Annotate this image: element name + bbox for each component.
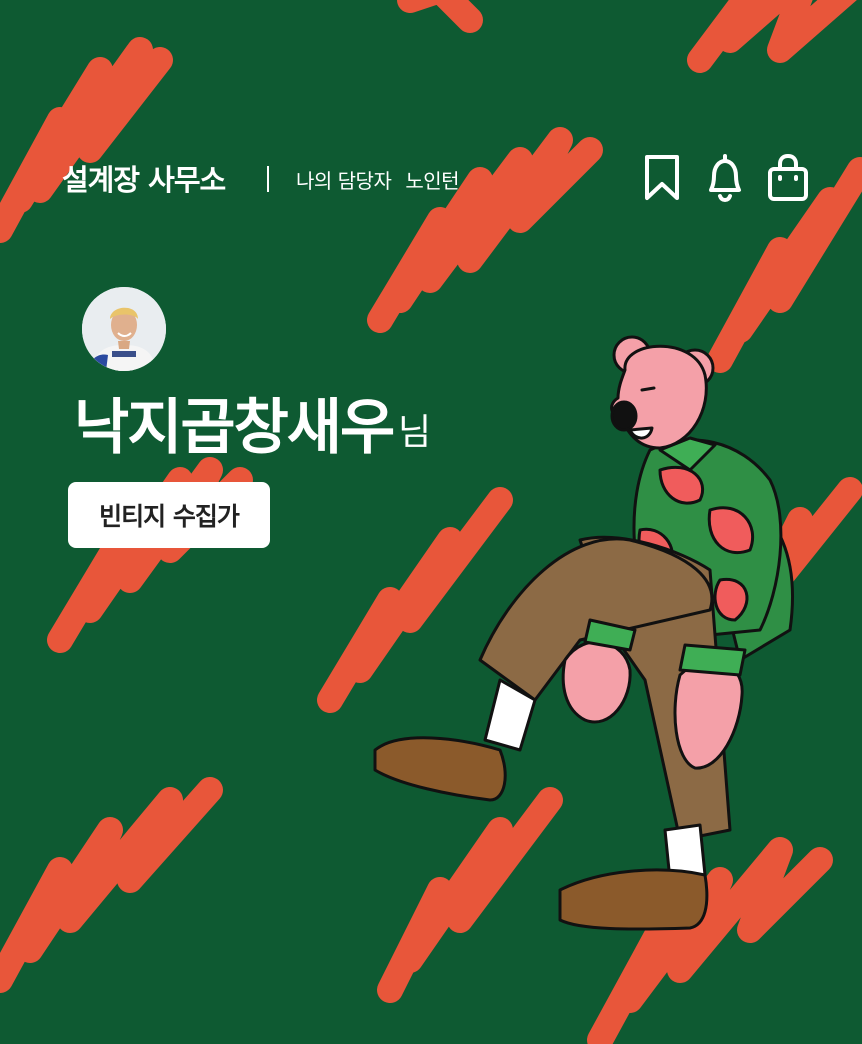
bear-character-illustration [373, 335, 794, 931]
manager-name[interactable]: 노인턴 [405, 169, 459, 193]
bell-icon[interactable] [703, 152, 747, 202]
shopping-bag-icon[interactable] [766, 152, 810, 202]
title-badge[interactable]: 빈티지 수집가 [68, 482, 270, 548]
header-divider [267, 166, 269, 192]
avatar[interactable] [82, 287, 166, 371]
page-title: 설계장 사무소 [62, 163, 226, 197]
avatar-photo [82, 287, 166, 371]
profile-banner: 설계장 사무소 나의 담당자 노인턴 낙지곱창새우 님 빈티지 수집가 [0, 0, 862, 1044]
manager-info: 나의 담당자 노인턴 [296, 166, 473, 196]
bookmark-icon[interactable] [640, 152, 684, 202]
user-nickname: 낙지곱창새우 [74, 393, 395, 463]
manager-label: 나의 담당자 [296, 169, 392, 193]
